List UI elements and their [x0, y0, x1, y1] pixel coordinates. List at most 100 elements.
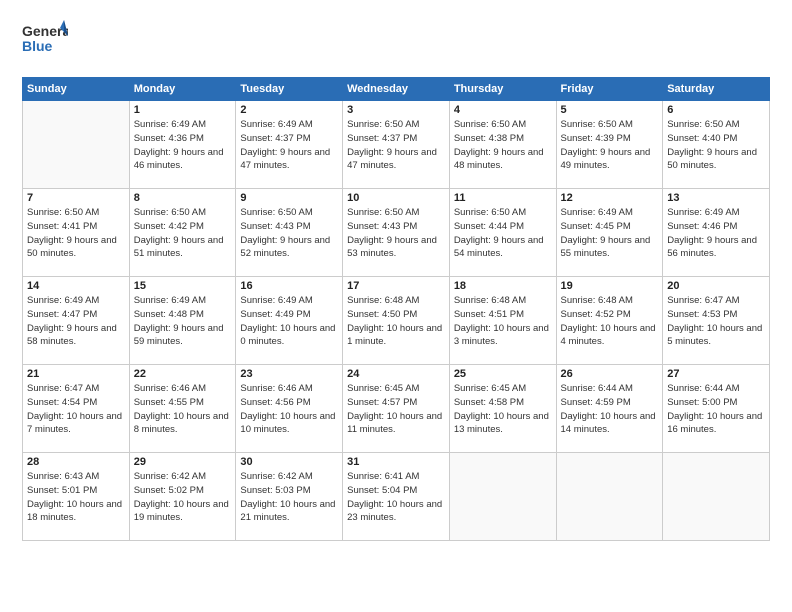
weekday-header-monday: Monday: [129, 78, 236, 101]
weekday-header-tuesday: Tuesday: [236, 78, 343, 101]
weekday-header-row: SundayMondayTuesdayWednesdayThursdayFrid…: [23, 78, 770, 101]
page: General Blue SundayMondayTuesdayWednesda…: [0, 0, 792, 612]
calendar-cell: [449, 453, 556, 541]
calendar-cell: 2Sunrise: 6:49 AMSunset: 4:37 PMDaylight…: [236, 101, 343, 189]
day-number: 27: [667, 368, 765, 380]
logo-icon: General Blue: [22, 18, 68, 60]
day-info: Sunrise: 6:49 AMSunset: 4:36 PMDaylight:…: [134, 118, 232, 173]
calendar-cell: [556, 453, 663, 541]
day-number: 13: [667, 192, 765, 204]
day-info: Sunrise: 6:47 AMSunset: 4:53 PMDaylight:…: [667, 294, 765, 349]
calendar-cell: 16 Sunrise: 6:49 AMSunset: 4:49 PMDayligh…: [236, 277, 343, 365]
day-number: 22: [134, 368, 232, 380]
day-number: 3: [347, 104, 445, 116]
day-info: Sunrise: 6:50 AMSunset: 4:43 PMDaylight:…: [240, 206, 338, 261]
day-number: 24: [347, 368, 445, 380]
day-number: 30: [240, 456, 338, 468]
calendar-cell: 10 Sunrise: 6:50 AMSunset: 4:43 PMDayligh…: [343, 189, 450, 277]
calendar-cell: 11 Sunrise: 6:50 AMSunset: 4:44 PMDayligh…: [449, 189, 556, 277]
calendar-cell: 27 Sunrise: 6:44 AMSunset: 5:00 PMDayligh…: [663, 365, 770, 453]
day-number: 10: [347, 192, 445, 204]
day-info: Sunrise: 6:44 AMSunset: 5:00 PMDaylight:…: [667, 382, 765, 437]
day-info: Sunrise: 6:46 AMSunset: 4:55 PMDaylight:…: [134, 382, 232, 437]
svg-text:General: General: [22, 23, 68, 39]
day-info: Sunrise: 6:50 AMSunset: 4:43 PMDaylight:…: [347, 206, 445, 261]
day-info: Sunrise: 6:48 AMSunset: 4:50 PMDaylight:…: [347, 294, 445, 349]
day-number: 12: [561, 192, 659, 204]
calendar-cell: 24 Sunrise: 6:45 AMSunset: 4:57 PMDayligh…: [343, 365, 450, 453]
day-info: Sunrise: 6:47 AMSunset: 4:54 PMDaylight:…: [27, 382, 125, 437]
calendar-cell: 8Sunrise: 6:50 AMSunset: 4:42 PMDaylight…: [129, 189, 236, 277]
day-info: Sunrise: 6:46 AMSunset: 4:56 PMDaylight:…: [240, 382, 338, 437]
calendar-cell: [23, 101, 130, 189]
day-number: 15: [134, 280, 232, 292]
day-info: Sunrise: 6:50 AMSunset: 4:40 PMDaylight:…: [667, 118, 765, 173]
week-row-4: 21 Sunrise: 6:47 AMSunset: 4:54 PMDayligh…: [23, 365, 770, 453]
day-info: Sunrise: 6:49 AMSunset: 4:37 PMDaylight:…: [240, 118, 338, 173]
calendar-cell: 3 Sunrise: 6:50 AMSunset: 4:37 PMDaylight…: [343, 101, 450, 189]
day-number: 21: [27, 368, 125, 380]
calendar-cell: 6 Sunrise: 6:50 AMSunset: 4:40 PMDaylight…: [663, 101, 770, 189]
calendar-cell: 21 Sunrise: 6:47 AMSunset: 4:54 PMDayligh…: [23, 365, 130, 453]
day-number: 25: [454, 368, 552, 380]
calendar-cell: 31Sunrise: 6:41 AMSunset: 5:04 PMDayligh…: [343, 453, 450, 541]
day-number: 7: [27, 192, 125, 204]
calendar-cell: 17Sunrise: 6:48 AMSunset: 4:50 PMDayligh…: [343, 277, 450, 365]
calendar-cell: 26 Sunrise: 6:44 AMSunset: 4:59 PMDayligh…: [556, 365, 663, 453]
day-info: Sunrise: 6:44 AMSunset: 4:59 PMDaylight:…: [561, 382, 659, 437]
day-info: Sunrise: 6:50 AMSunset: 4:44 PMDaylight:…: [454, 206, 552, 261]
header: General Blue: [22, 18, 770, 65]
calendar-cell: 5Sunrise: 6:50 AMSunset: 4:39 PMDaylight…: [556, 101, 663, 189]
day-info: Sunrise: 6:49 AMSunset: 4:47 PMDaylight:…: [27, 294, 125, 349]
day-number: 9: [240, 192, 338, 204]
day-number: 26: [561, 368, 659, 380]
day-number: 1: [134, 104, 232, 116]
logo: General Blue: [22, 18, 68, 65]
day-info: Sunrise: 6:50 AMSunset: 4:39 PMDaylight:…: [561, 118, 659, 173]
day-number: 16: [240, 280, 338, 292]
calendar-cell: [663, 453, 770, 541]
calendar-cell: 25 Sunrise: 6:45 AMSunset: 4:58 PMDayligh…: [449, 365, 556, 453]
day-info: Sunrise: 6:50 AMSunset: 4:41 PMDaylight:…: [27, 206, 125, 261]
calendar-cell: 14 Sunrise: 6:49 AMSunset: 4:47 PMDayligh…: [23, 277, 130, 365]
calendar-cell: 28Sunrise: 6:43 AMSunset: 5:01 PMDayligh…: [23, 453, 130, 541]
weekday-header-sunday: Sunday: [23, 78, 130, 101]
week-row-5: 28Sunrise: 6:43 AMSunset: 5:01 PMDayligh…: [23, 453, 770, 541]
day-info: Sunrise: 6:48 AMSunset: 4:51 PMDaylight:…: [454, 294, 552, 349]
weekday-header-wednesday: Wednesday: [343, 78, 450, 101]
calendar-cell: 29Sunrise: 6:42 AMSunset: 5:02 PMDayligh…: [129, 453, 236, 541]
svg-text:Blue: Blue: [22, 38, 53, 54]
calendar-cell: 4 Sunrise: 6:50 AMSunset: 4:38 PMDaylight…: [449, 101, 556, 189]
day-info: Sunrise: 6:49 AMSunset: 4:46 PMDaylight:…: [667, 206, 765, 261]
calendar-cell: 23 Sunrise: 6:46 AMSunset: 4:56 PMDayligh…: [236, 365, 343, 453]
calendar-table: SundayMondayTuesdayWednesdayThursdayFrid…: [22, 77, 770, 541]
day-number: 11: [454, 192, 552, 204]
calendar-cell: 20 Sunrise: 6:47 AMSunset: 4:53 PMDayligh…: [663, 277, 770, 365]
week-row-3: 14 Sunrise: 6:49 AMSunset: 4:47 PMDayligh…: [23, 277, 770, 365]
day-number: 4: [454, 104, 552, 116]
day-info: Sunrise: 6:43 AMSunset: 5:01 PMDaylight:…: [27, 470, 125, 525]
day-info: Sunrise: 6:50 AMSunset: 4:37 PMDaylight:…: [347, 118, 445, 173]
day-info: Sunrise: 6:42 AMSunset: 5:03 PMDaylight:…: [240, 470, 338, 525]
day-info: Sunrise: 6:42 AMSunset: 5:02 PMDaylight:…: [134, 470, 232, 525]
weekday-header-saturday: Saturday: [663, 78, 770, 101]
calendar-cell: 15Sunrise: 6:49 AMSunset: 4:48 PMDayligh…: [129, 277, 236, 365]
day-info: Sunrise: 6:41 AMSunset: 5:04 PMDaylight:…: [347, 470, 445, 525]
calendar-cell: 13 Sunrise: 6:49 AMSunset: 4:46 PMDayligh…: [663, 189, 770, 277]
weekday-header-friday: Friday: [556, 78, 663, 101]
day-info: Sunrise: 6:50 AMSunset: 4:38 PMDaylight:…: [454, 118, 552, 173]
calendar-cell: 22 Sunrise: 6:46 AMSunset: 4:55 PMDayligh…: [129, 365, 236, 453]
day-info: Sunrise: 6:49 AMSunset: 4:45 PMDaylight:…: [561, 206, 659, 261]
weekday-header-thursday: Thursday: [449, 78, 556, 101]
calendar-cell: 1 Sunrise: 6:49 AMSunset: 4:36 PMDaylight…: [129, 101, 236, 189]
day-info: Sunrise: 6:50 AMSunset: 4:42 PMDaylight:…: [134, 206, 232, 261]
day-number: 23: [240, 368, 338, 380]
day-number: 20: [667, 280, 765, 292]
calendar-cell: 30 Sunrise: 6:42 AMSunset: 5:03 PMDayligh…: [236, 453, 343, 541]
calendar-cell: 18Sunrise: 6:48 AMSunset: 4:51 PMDayligh…: [449, 277, 556, 365]
day-info: Sunrise: 6:49 AMSunset: 4:49 PMDaylight:…: [240, 294, 338, 349]
day-info: Sunrise: 6:45 AMSunset: 4:58 PMDaylight:…: [454, 382, 552, 437]
day-number: 14: [27, 280, 125, 292]
day-info: Sunrise: 6:45 AMSunset: 4:57 PMDaylight:…: [347, 382, 445, 437]
day-number: 6: [667, 104, 765, 116]
